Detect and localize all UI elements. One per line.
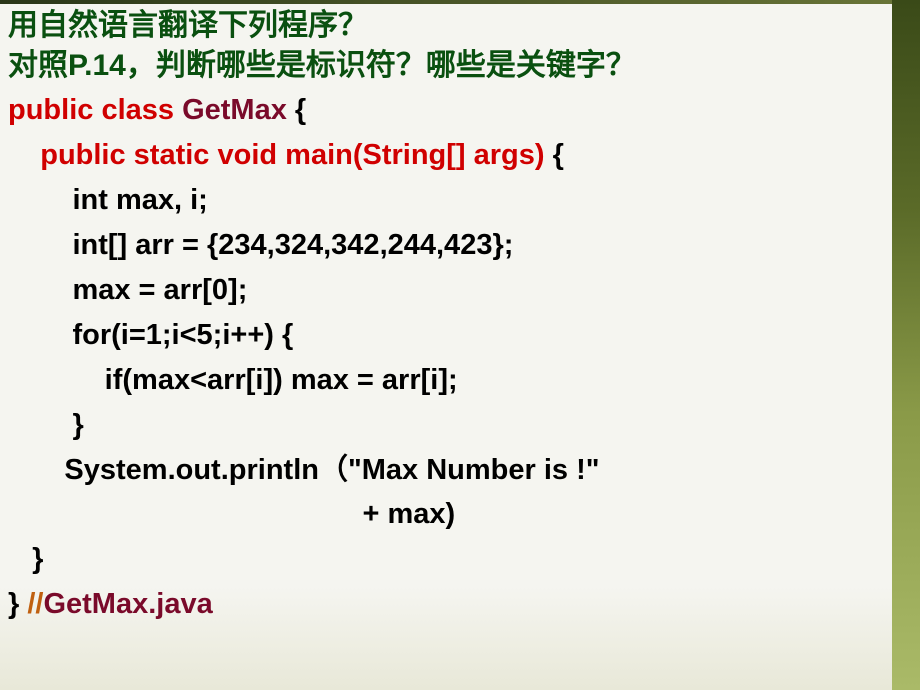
code-block: public class GetMax { public static void… — [8, 88, 890, 627]
question-line-1: 用自然语言翻译下列程序？ — [8, 8, 890, 44]
code-line-9: System.out.println（"Max Number is !" — [8, 448, 890, 493]
slide-content: 用自然语言翻译下列程序？ 对照P.14，判断哪些是标识符？哪些是关键字？ pub… — [0, 0, 920, 627]
code-line-1: public class GetMax { — [8, 88, 890, 133]
code-line-4: int[] arr = {234,324,342,244,423}; — [8, 223, 890, 268]
identifier-getmax: GetMax — [182, 94, 295, 126]
comment-slashes: // — [27, 588, 43, 620]
code-line-12: } //GetMax.java — [8, 582, 890, 627]
brace-close: } — [8, 588, 27, 620]
top-decoration-strip — [0, 0, 920, 4]
code-line-8: } — [8, 403, 890, 448]
code-line-2: public static void main(String[] args) { — [8, 133, 890, 178]
code-line-6: for(i=1;i<5;i++) { — [8, 313, 890, 358]
question-line-2: 对照P.14，判断哪些是标识符？哪些是关键字？ — [8, 48, 890, 84]
keyword-public-class: public class — [8, 94, 182, 126]
identifier-filename: GetMax.java — [43, 588, 212, 620]
code-line-5: max = arr[0]; — [8, 268, 890, 313]
right-decoration-strip — [892, 0, 920, 690]
keyword-main-signature: public static void main(String[] args) — [8, 139, 553, 171]
code-line-11: } — [8, 537, 890, 582]
brace-open: { — [295, 94, 306, 126]
code-line-3: int max, i; — [8, 178, 890, 223]
code-line-10: + max) — [8, 492, 890, 537]
brace-open: { — [553, 139, 564, 171]
code-line-7: if(max<arr[i]) max = arr[i]; — [8, 358, 890, 403]
